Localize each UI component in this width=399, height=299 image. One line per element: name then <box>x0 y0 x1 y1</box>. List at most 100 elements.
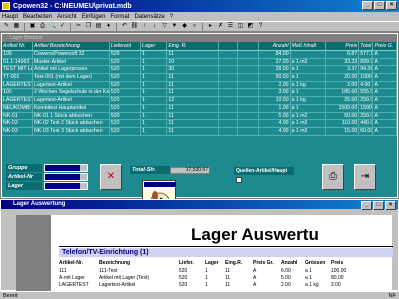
table-cell[interactable]: 15.00 <box>326 127 360 135</box>
table-cell[interactable]: 250.00 <box>359 97 374 104</box>
table-cell[interactable]: NK-01 <box>2 112 34 120</box>
table-cell[interactable]: 4.00 <box>259 120 291 127</box>
artikel-select[interactable] <box>44 173 88 181</box>
table-cell[interactable] <box>238 97 259 104</box>
table-cell[interactable] <box>219 51 238 58</box>
filter-form-icon[interactable]: ▼ <box>170 22 179 31</box>
table-cell[interactable]: A <box>373 51 397 58</box>
table-view-icon[interactable]: ▦ <box>12 22 21 31</box>
table-cell[interactable]: 440.00 <box>359 120 374 127</box>
table-cell[interactable]: 185.00 <box>326 89 360 97</box>
table-cell[interactable]: Lagertest-Artikel <box>33 97 110 104</box>
table-cell[interactable]: 520 <box>110 74 141 81</box>
table-cell[interactable] <box>238 81 259 89</box>
table-cell[interactable]: TEST MIT LAGER <box>2 66 34 74</box>
report-close-button[interactable]: × <box>385 201 396 210</box>
table-cell[interactable] <box>219 81 238 89</box>
table-cell[interactable] <box>238 104 259 112</box>
table-cell[interactable]: 1 <box>141 104 168 112</box>
design-icon[interactable]: ✎ <box>2 22 11 31</box>
table-cell[interactable]: 20.00 <box>326 74 360 81</box>
table-cell[interactable] <box>238 51 259 58</box>
table-cell[interactable]: a 1 <box>291 104 327 112</box>
table-cell[interactable]: NK-02 Test 2 Stück abbuchen <box>33 120 110 127</box>
table-cell[interactable]: A <box>373 104 397 112</box>
clear-filter-button[interactable]: ✕ <box>100 164 122 190</box>
col-header[interactable]: Maß Inhalt <box>291 42 327 50</box>
table-cell[interactable]: 520 <box>110 66 141 74</box>
print-icon[interactable]: ⎙ <box>38 22 47 31</box>
table-cell[interactable]: a 1 m2 <box>291 127 327 135</box>
table-row[interactable]: NK-02 NK-02 Test 2 Stück abbuchen 520 1 11 4.… <box>2 120 397 128</box>
sort-asc-icon[interactable]: ↑ <box>140 22 149 31</box>
table-cell[interactable]: 1500.00 <box>326 104 360 112</box>
table-cell[interactable]: 1 <box>141 66 168 74</box>
col-header[interactable]: Artikel Nr. <box>2 42 34 50</box>
table-cell[interactable]: 1 <box>141 127 168 135</box>
table-cell[interactable]: 250.00 <box>359 112 374 120</box>
table-cell[interactable]: NK-01 1 Stück abbuchen <box>33 112 110 120</box>
table-cell[interactable]: 60.00 <box>359 127 374 135</box>
table-cell[interactable]: Test-001 (mit dem Lager) <box>33 74 110 81</box>
lager-select[interactable] <box>44 182 88 190</box>
col-header[interactable]: Preis G. <box>373 42 397 50</box>
table-cell[interactable] <box>219 104 238 112</box>
menu-haupt[interactable]: Haupt <box>2 14 18 20</box>
table-cell[interactable]: 520 <box>110 89 141 97</box>
table-cell[interactable]: a 1 m2 <box>291 58 327 66</box>
table-cell[interactable] <box>238 120 259 127</box>
table-cell[interactable]: 520 <box>110 51 141 58</box>
table-cell[interactable] <box>238 127 259 135</box>
table-row[interactable]: TEST MIT LAGERArtikel mit Lagerprosen520… <box>2 66 397 75</box>
properties-icon[interactable]: ☰ <box>226 22 235 31</box>
table-cell[interactable]: A <box>373 58 397 66</box>
spellcheck-icon[interactable]: ✓ <box>58 22 67 31</box>
menu-bearbeiten[interactable]: Bearbeiten <box>23 14 52 20</box>
table-cell[interactable]: 2 Wochen Segelschule in der Karibik <box>33 89 110 97</box>
table-cell[interactable] <box>238 74 259 81</box>
table-cell[interactable]: 1 <box>141 120 168 127</box>
table-cell[interactable]: 11 <box>167 74 219 81</box>
table-row[interactable]: LAGERTEST Lagertest-Artikel 520 1 12 10.00 a 1… <box>2 97 397 105</box>
col-header[interactable]: Artikel Bezeichnung <box>33 42 110 50</box>
report-minimize-button[interactable]: _ <box>361 201 372 210</box>
table-cell[interactable]: 10.00 <box>259 97 291 104</box>
table-cell[interactable]: 520 <box>110 97 141 104</box>
table-cell[interactable]: A <box>373 120 397 127</box>
table-cell[interactable]: 11 <box>167 127 219 135</box>
table-cell[interactable]: 11 <box>167 120 219 127</box>
menu-ansicht[interactable]: Ansicht <box>57 14 77 20</box>
table-cell[interactable]: 520 <box>110 81 141 89</box>
col-header[interactable]: Lager <box>141 42 168 50</box>
delete-record-icon[interactable]: ✗ <box>216 22 225 31</box>
report-preview[interactable]: Lager Auswertu Telefon/TV-Einrichtung (1… <box>50 215 393 291</box>
table-row[interactable]: LAGERTEST Lagertest-Artikel 520 1 11 2.00 a 1 … <box>2 81 397 90</box>
table-cell[interactable]: A <box>373 74 397 81</box>
table-cell[interactable] <box>238 89 259 97</box>
preview-icon[interactable]: 🔍 <box>48 22 57 31</box>
source-checkbox[interactable] <box>236 177 242 183</box>
close-button[interactable]: × <box>386 1 397 10</box>
table-cell[interactable]: a 1 <box>291 89 327 97</box>
print-button[interactable]: ⎙ <box>322 164 344 190</box>
menu-einfuegen[interactable]: Einfügen <box>82 14 106 20</box>
table-cell[interactable]: 2.00 <box>259 81 291 89</box>
table-cell[interactable]: 1 <box>141 81 168 89</box>
table-cell[interactable]: Muster-Artikel <box>33 58 110 66</box>
table-cell[interactable]: 33.33 <box>326 58 360 66</box>
table-cell[interactable] <box>291 51 327 58</box>
table-cell[interactable]: 520 <box>110 104 141 112</box>
table-cell[interactable]: 12 <box>167 97 219 104</box>
table-cell[interactable]: a 1 <box>291 66 327 74</box>
table-row[interactable]: NK-03 NK-03 Test 3 Stück abbuchen 520 1 11 4.… <box>2 127 397 136</box>
table-cell[interactable] <box>219 97 238 104</box>
maximize-button[interactable]: □ <box>374 1 385 10</box>
report-maximize-button[interactable]: □ <box>373 201 384 210</box>
col-header[interactable] <box>238 42 259 50</box>
paste-icon[interactable]: ▤ <box>94 22 103 31</box>
table-row[interactable]: 1002 Wochen Segelschule in der Karibik52… <box>2 89 397 98</box>
table-cell[interactable]: Artikel mit Lagerprosen <box>33 66 110 74</box>
col-header[interactable]: Anzahl <box>259 42 291 50</box>
table-cell[interactable]: NK-03 Test 3 Stück abbuchen <box>33 127 110 135</box>
hyperlink-icon[interactable]: ⛓ <box>130 22 139 31</box>
